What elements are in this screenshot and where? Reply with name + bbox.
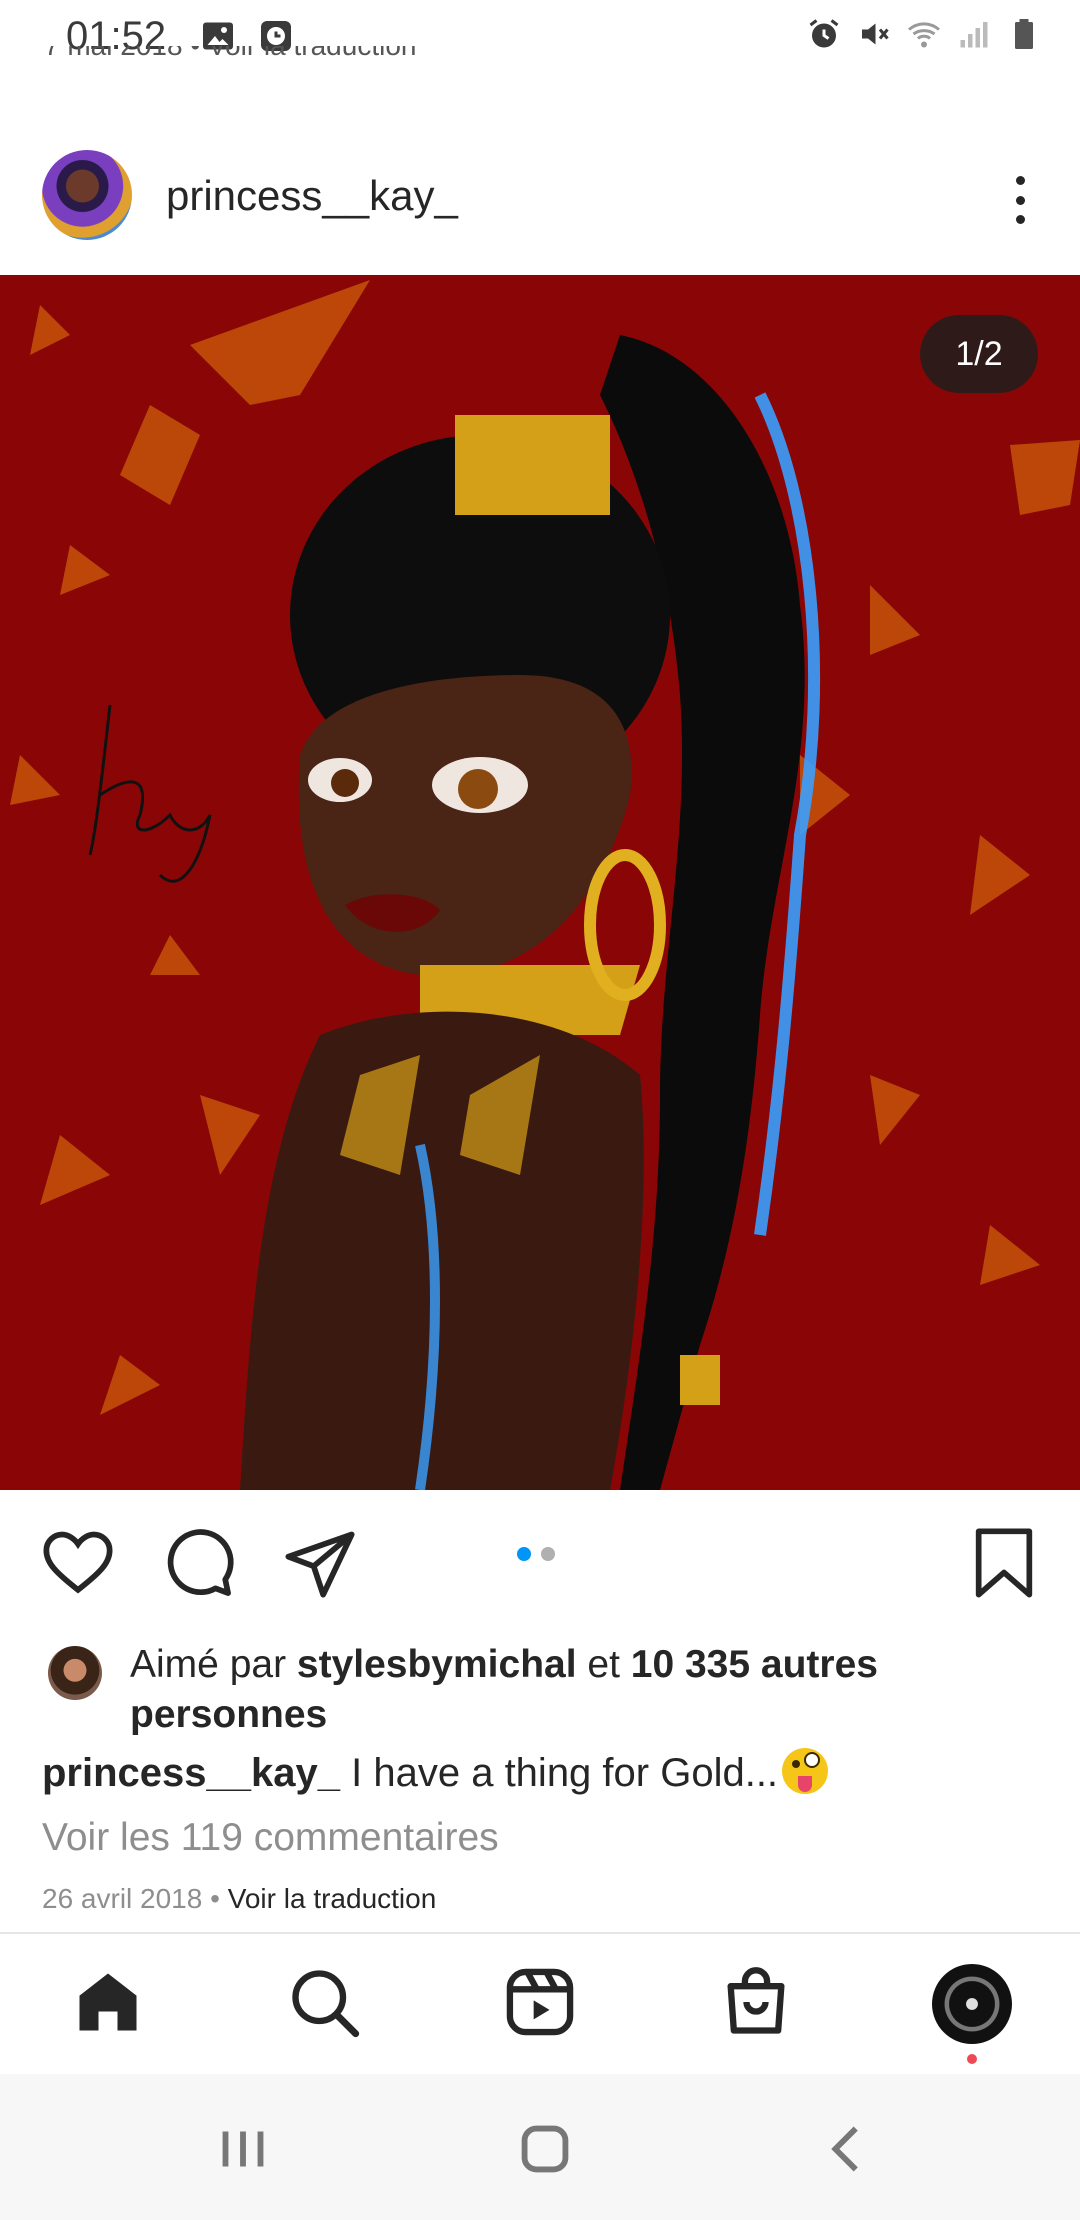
view-comments-link[interactable]: Voir les 119 commentaires: [42, 1816, 499, 1860]
post-header: princess__kay_: [0, 150, 1080, 250]
battery-icon: [1015, 19, 1033, 49]
post-image[interactable]: 1/2: [0, 275, 1080, 1490]
previous-post-date-clipped: 7 mai 2018 • Voir la traduction: [44, 46, 544, 72]
carousel-indicator: [517, 1547, 555, 1561]
carousel-dot-active: [517, 1547, 531, 1561]
action-bar: [0, 1525, 1080, 1605]
bottom-nav: [0, 1934, 1080, 2074]
liker-username[interactable]: stylesbymichal: [297, 1643, 577, 1686]
avatar[interactable]: [42, 150, 132, 240]
share-icon[interactable]: [282, 1525, 358, 1601]
bookmark-icon[interactable]: [966, 1525, 1042, 1601]
zany-face-emoji-icon: [782, 1748, 829, 1794]
search-icon[interactable]: [286, 1964, 362, 2040]
caption: princess__kay_ I have a thing for Gold..…: [42, 1748, 829, 1796]
illustration-artwork: [10, 280, 1080, 1490]
mute-icon: [862, 23, 889, 45]
system-nav-bar: [0, 2074, 1080, 2220]
reels-icon[interactable]: [502, 1964, 578, 2040]
image-counter: 1/2: [920, 315, 1038, 393]
carousel-dot: [541, 1547, 555, 1561]
post-date-row: 26 avril 2018 • Voir la traduction: [42, 1883, 437, 1914]
comment-icon[interactable]: [160, 1525, 236, 1601]
more-options-icon[interactable]: [1000, 170, 1040, 230]
caption-text: I have a thing for Gold...: [340, 1751, 779, 1795]
home-icon[interactable]: [70, 1964, 146, 2040]
liker-avatar: [48, 1646, 102, 1700]
heart-icon[interactable]: [40, 1525, 116, 1601]
recents-icon[interactable]: [208, 2114, 278, 2184]
notification-dot: [967, 2054, 977, 2064]
home-button-icon[interactable]: [510, 2114, 580, 2184]
alarm-icon: [809, 19, 839, 48]
wifi-icon: [908, 22, 940, 48]
caption-username[interactable]: princess__kay_: [42, 1751, 340, 1795]
likes-text[interactable]: Aimé par stylesbymichal et 10 335 autres…: [130, 1640, 1030, 1740]
post-date: 26 avril 2018: [42, 1883, 203, 1914]
back-icon[interactable]: [812, 2114, 882, 2184]
post-username[interactable]: princess__kay_: [166, 172, 458, 220]
translate-link[interactable]: Voir la traduction: [228, 1883, 437, 1914]
signal-icon: [960, 22, 988, 48]
shop-icon[interactable]: [718, 1964, 794, 2040]
profile-avatar[interactable]: [932, 1964, 1012, 2044]
